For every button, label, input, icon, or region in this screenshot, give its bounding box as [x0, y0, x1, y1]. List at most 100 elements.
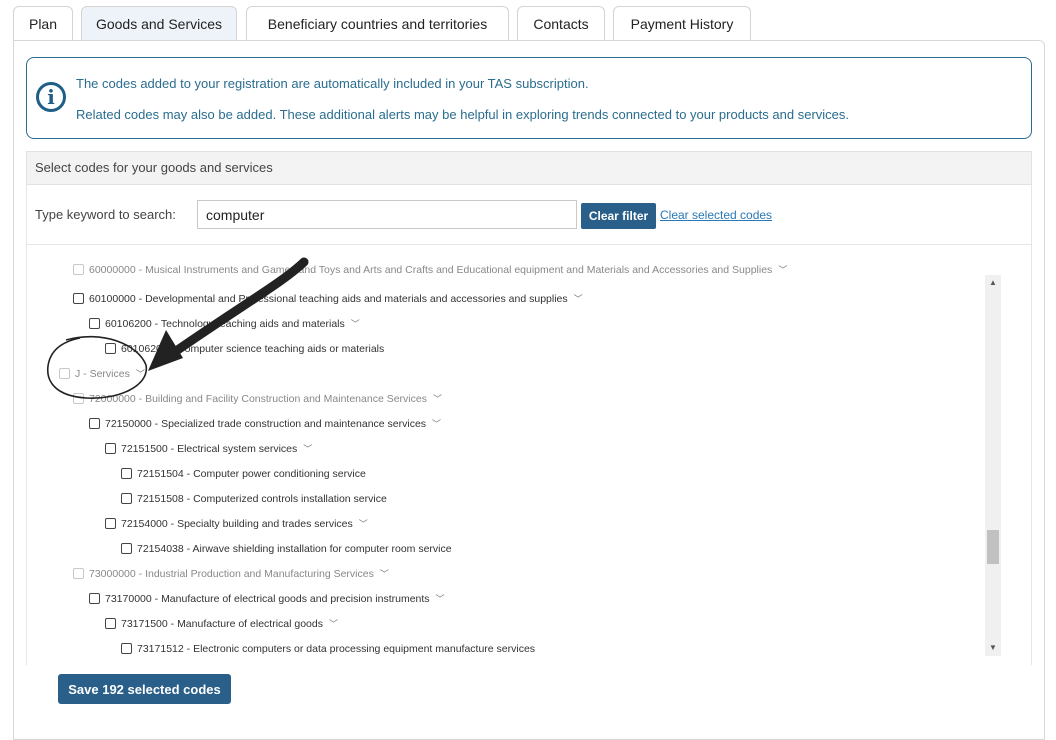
tab-payment-history[interactable]: Payment History [613, 6, 751, 40]
scroll-up-arrow-icon[interactable]: ▲ [985, 275, 1001, 291]
code-separator: - [183, 643, 194, 655]
code-separator: - [135, 293, 146, 305]
code-description: Specialized trade construction and maint… [161, 418, 427, 430]
code-number: 73000000 [89, 568, 136, 580]
chevron-down-icon[interactable]: ﹀ [329, 619, 338, 629]
code-label: 60100000 - Developmental and Professiona… [89, 290, 583, 308]
code-label: 72151500 - Electrical system services ﹀ [121, 440, 312, 458]
code-label: 72154038 - Airwave shielding installatio… [137, 540, 452, 558]
chevron-down-icon[interactable]: ﹀ [136, 369, 145, 379]
code-description: Industrial Production and Manufacturing … [145, 568, 374, 580]
code-checkbox[interactable] [89, 593, 100, 604]
code-label: 60106200 - Technology teaching aids and … [105, 315, 360, 333]
chevron-down-icon[interactable]: ﹀ [574, 294, 583, 304]
code-description: Airwave shielding installation for compu… [192, 543, 452, 555]
code-separator: - [167, 618, 178, 630]
code-separator: - [167, 518, 178, 530]
code-label: 72151504 - Computer power conditioning s… [137, 465, 366, 483]
code-label: 60106204 - Computer science teaching aid… [121, 340, 384, 358]
chevron-down-icon[interactable]: ﹀ [432, 419, 441, 429]
clear-filter-button[interactable]: Clear filter [581, 203, 656, 229]
code-description: Computer science teaching aids or materi… [177, 343, 385, 355]
code-description: Specialty building and trades services [177, 518, 353, 530]
code-label: 60000000 - Musical Instruments and Games… [89, 261, 787, 279]
code-number: 60000000 [89, 264, 136, 276]
tab-contacts[interactable]: Contacts [517, 6, 605, 40]
code-checkbox[interactable] [121, 643, 132, 654]
chevron-down-icon[interactable]: ﹀ [433, 394, 442, 404]
code-description: Manufacture of electrical goods and prec… [161, 593, 430, 605]
search-row: Type keyword to search: Clear filter Cle… [26, 185, 1032, 245]
code-checkbox[interactable] [73, 293, 84, 304]
code-separator: - [167, 343, 178, 355]
code-label: 73000000 - Industrial Production and Man… [89, 565, 389, 583]
info-icon: i [36, 82, 66, 112]
code-number: 72154038 [137, 543, 184, 555]
code-description: Technology teaching aids and materials [160, 318, 345, 330]
chevron-down-icon[interactable]: ﹀ [380, 569, 389, 579]
code-number: 73171500 [121, 618, 168, 630]
code-checkbox[interactable] [89, 318, 100, 329]
search-label: Type keyword to search: [35, 207, 176, 222]
code-description: Computerized controls installation servi… [193, 493, 387, 505]
code-number: 72000000 [89, 393, 136, 405]
code-number: 60100000 [89, 293, 136, 305]
code-number: 72150000 [105, 418, 152, 430]
code-label: 73171512 - Electronic computers or data … [137, 640, 535, 658]
scroll-down-arrow-icon[interactable]: ▼ [985, 640, 1001, 656]
code-checkbox[interactable] [73, 393, 84, 404]
code-label: 72154000 - Specialty building and trades… [121, 515, 368, 533]
code-number: 72151504 [137, 468, 184, 480]
save-selected-codes-button[interactable]: Save 192 selected codes [58, 674, 231, 704]
search-input[interactable] [197, 200, 577, 229]
code-description: Computer power conditioning service [193, 468, 366, 480]
code-checkbox[interactable] [73, 264, 84, 275]
tree-scrollbar[interactable]: ▲ ▼ [985, 275, 1001, 656]
tab-goods-and-services[interactable]: Goods and Services [81, 6, 237, 40]
code-separator: - [167, 443, 178, 455]
code-checkbox[interactable] [105, 618, 116, 629]
code-separator: - [135, 393, 146, 405]
code-checkbox[interactable] [89, 418, 100, 429]
tab-plan[interactable]: Plan [13, 6, 73, 40]
code-checkbox[interactable] [105, 343, 116, 354]
code-description: Manufacture of electrical goods [177, 618, 323, 630]
code-number: 72151508 [137, 493, 184, 505]
code-checkbox[interactable] [121, 493, 132, 504]
clear-selected-codes-link[interactable]: Clear selected codes [660, 208, 772, 222]
code-separator: - [135, 568, 146, 580]
chevron-down-icon[interactable]: ﹀ [436, 594, 445, 604]
code-separator: - [135, 264, 146, 276]
code-checkbox[interactable] [73, 568, 84, 579]
code-description: Electronic computers or data processing … [193, 643, 536, 655]
code-checkbox[interactable] [121, 543, 132, 554]
code-number: 72151500 [121, 443, 168, 455]
code-checkbox[interactable] [121, 468, 132, 479]
code-label: 72151508 - Computerized controls install… [137, 490, 387, 508]
code-separator: - [151, 318, 161, 330]
code-number: 73170000 [105, 593, 152, 605]
code-description: Electrical system services [177, 443, 298, 455]
code-description: Developmental and Professional teaching … [145, 293, 568, 305]
code-separator: - [151, 593, 162, 605]
code-label: 73171500 - Manufacture of electrical goo… [121, 615, 338, 633]
chevron-down-icon[interactable]: ﹀ [351, 319, 360, 329]
code-checkbox[interactable] [105, 443, 116, 454]
code-description: Musical Instruments and Games and Toys a… [145, 264, 773, 276]
code-description: Services [89, 368, 130, 380]
code-checkbox[interactable] [59, 368, 70, 379]
code-number: 60106200 [105, 318, 152, 330]
section-title: Select codes for your goods and services [26, 151, 1032, 185]
code-number: 73171512 [137, 643, 184, 655]
chevron-down-icon[interactable]: ﹀ [778, 265, 787, 275]
code-label: J - Services ﹀ [75, 365, 145, 383]
scroll-thumb[interactable] [987, 530, 999, 564]
code-label: 72150000 - Specialized trade constructio… [105, 415, 441, 433]
code-description: Building and Facility Construction and M… [145, 393, 427, 405]
code-number: 72154000 [121, 518, 168, 530]
info-alert: i The codes added to your registration a… [26, 57, 1032, 139]
code-checkbox[interactable] [105, 518, 116, 529]
chevron-down-icon[interactable]: ﹀ [303, 444, 312, 454]
tab-beneficiary-countries[interactable]: Beneficiary countries and territories [246, 6, 509, 40]
chevron-down-icon[interactable]: ﹀ [359, 519, 368, 529]
